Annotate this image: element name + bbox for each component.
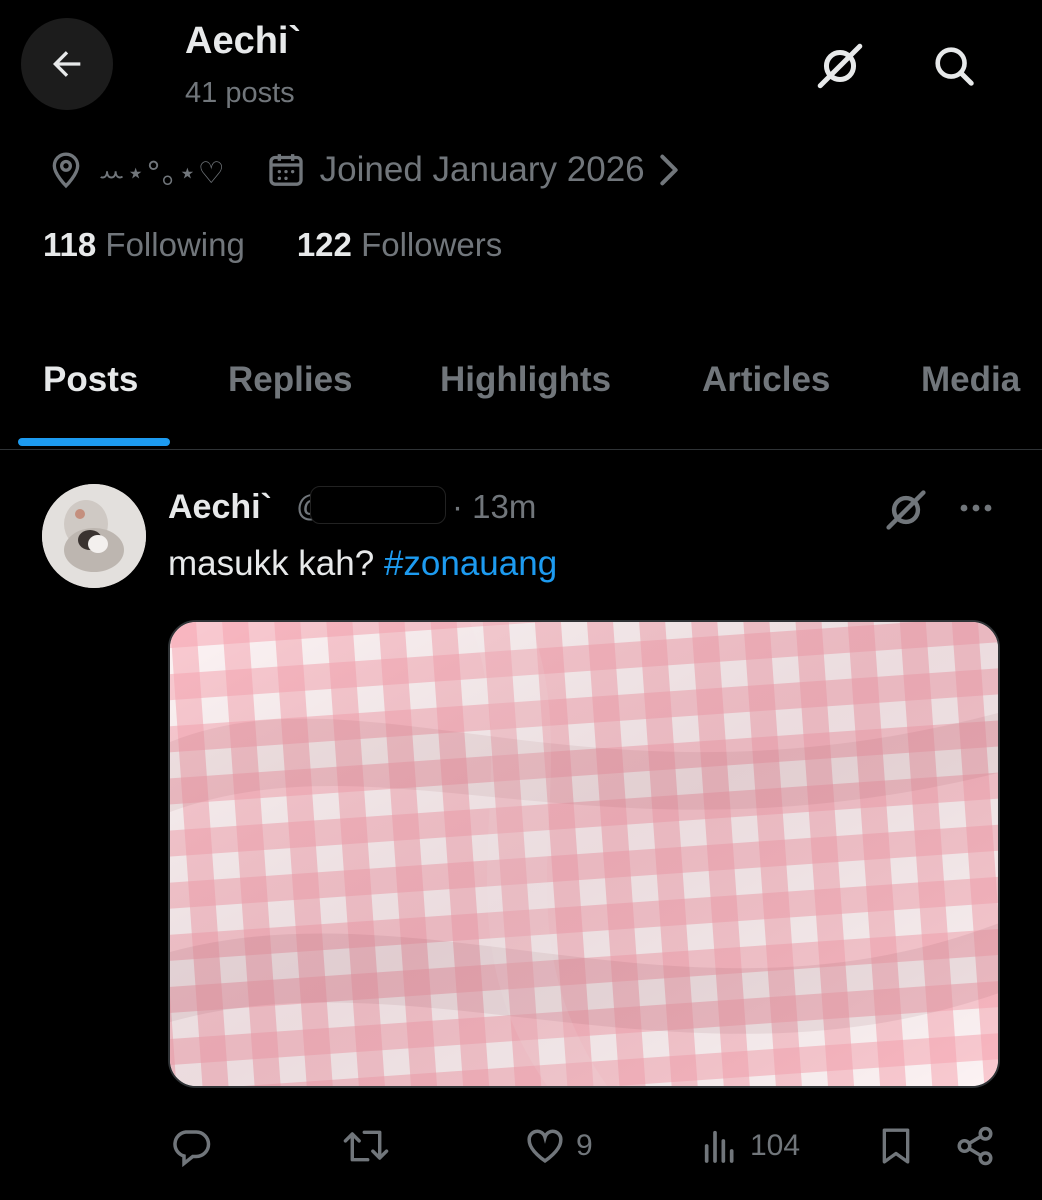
location-pin-icon [52,152,80,189]
more-dots-icon [960,504,992,512]
views-button[interactable]: 104 [700,1120,800,1172]
repost-button[interactable] [342,1120,390,1172]
profile-title: Aechi` [185,20,302,62]
profile-tabs: Posts Replies Highlights Articles Media [0,340,1042,450]
tab-posts[interactable]: Posts [43,360,138,400]
repost-icon [343,1130,389,1162]
grok-icon [817,43,863,89]
like-button[interactable]: 9 [524,1120,593,1172]
avatar[interactable] [42,484,146,588]
followers-label: Followers [361,226,503,263]
redaction-block [310,486,446,524]
search-icon [935,47,974,86]
post-media-image[interactable] [168,620,1000,1088]
followers-count: 122 [296,226,352,263]
following-label: Following [105,226,245,263]
post-grok-button[interactable] [880,484,932,536]
views-chart-icon [704,1130,734,1163]
gingham-fabric-image [170,622,998,1086]
bookmark-button[interactable] [876,1120,916,1172]
tab-media[interactable]: Media [921,360,1020,400]
joined-date: Joined January 2026 [319,150,645,189]
post-author[interactable]: Aechi` [168,488,272,527]
calendar-icon [269,154,303,186]
following-count: 118 [43,226,97,263]
search-button[interactable] [926,38,982,94]
hashtag-link[interactable]: #zonauang [384,544,557,583]
bookmark-icon [882,1128,910,1164]
view-count: 104 [750,1129,801,1162]
grok-icon [886,490,926,530]
back-button[interactable] [21,18,113,110]
avatar-image [42,484,146,588]
follow-stats: 118 Following 122 Followers [43,226,502,264]
post-count: 41 posts [185,77,295,109]
post-text: masukk kah? #zonauang [168,544,557,584]
post-time[interactable]: · 13m [452,488,536,526]
chevron-right-icon[interactable] [655,150,683,190]
time-text: 13m [472,488,537,525]
tab-replies[interactable]: Replies [228,360,353,400]
heart-icon [527,1129,563,1163]
time-separator: · [452,488,463,525]
share-button[interactable] [954,1120,996,1172]
reply-icon [173,1130,211,1167]
share-icon [957,1126,993,1166]
following-link[interactable]: 118 Following [43,226,245,264]
profile-meta: ꕀ⋆°｡⋆♡ Joined January 2026 [46,146,683,194]
post-handle[interactable]: @ [296,486,448,526]
tab-articles[interactable]: Articles [702,360,830,400]
post-body: masukk kah? [168,544,384,583]
tab-highlights[interactable]: Highlights [440,360,611,400]
like-count: 9 [576,1129,593,1162]
more-options-button[interactable] [952,488,1000,528]
active-tab-indicator [18,438,170,446]
reply-button[interactable] [170,1120,212,1172]
location-text: ꕀ⋆°｡⋆♡ [98,156,226,191]
followers-link[interactable]: 122 Followers [297,226,502,264]
back-arrow-icon [53,51,81,77]
grok-button[interactable] [812,38,868,94]
